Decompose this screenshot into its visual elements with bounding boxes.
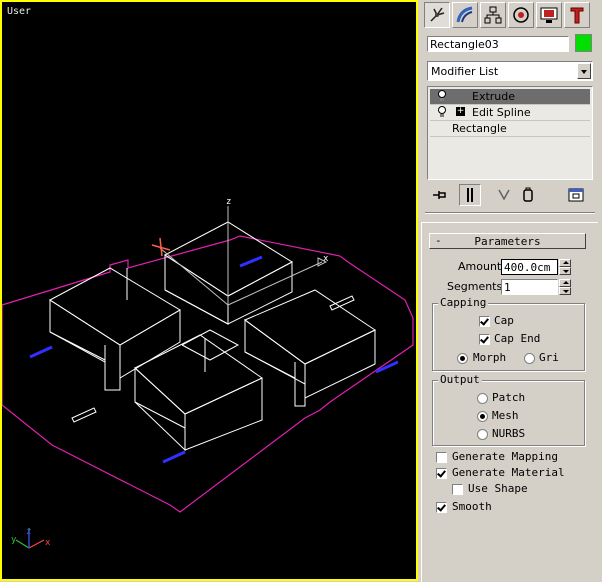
modifier-stack[interactable]: Extrude + Edit Spline Rectangle: [427, 86, 593, 180]
use-shape-label[interactable]: Use Shape: [468, 482, 528, 495]
grid-label[interactable]: Grid: [539, 351, 559, 364]
mesh-label[interactable]: Mesh: [492, 409, 519, 422]
configure-sets-icon: [568, 188, 584, 202]
spinner-down-icon[interactable]: [559, 287, 571, 295]
generate-mapping-checkbox[interactable]: [436, 452, 447, 463]
make-unique-button[interactable]: [493, 184, 515, 206]
object-name-field[interactable]: Rectangle03: [427, 36, 569, 52]
show-end-result-button[interactable]: [459, 184, 481, 206]
cap-start-label[interactable]: Cap: [494, 314, 514, 327]
remove-modifier-button[interactable]: [517, 184, 539, 206]
capping-group: Capping Cap Cap End Morph Grid: [432, 296, 585, 371]
motion-icon: [513, 7, 529, 23]
active-viewport-border: [0, 0, 418, 581]
cap-end-checkbox[interactable]: [479, 334, 490, 345]
modify-icon: [456, 6, 473, 23]
viewport-label[interactable]: User: [7, 6, 31, 17]
expand-icon[interactable]: +: [456, 107, 465, 116]
nurbs-radio[interactable]: [477, 429, 488, 440]
grid-radio[interactable]: [524, 353, 535, 364]
modifier-list-dropdown[interactable]: Modifier List: [427, 61, 593, 81]
hierarchy-icon: [484, 6, 502, 24]
tab-display[interactable]: [536, 2, 562, 28]
tab-hierarchy[interactable]: [480, 2, 506, 28]
use-shape-checkbox[interactable]: [452, 484, 463, 495]
smooth-checkbox[interactable]: [436, 502, 447, 513]
pin-stack-button[interactable]: [429, 184, 451, 206]
spinner-up-icon[interactable]: [559, 259, 571, 267]
command-panel: Rectangle03 Modifier List Extrude + Edit…: [418, 0, 602, 582]
chevron-down-icon[interactable]: [577, 63, 591, 79]
create-icon: [430, 7, 445, 22]
output-title: Output: [438, 373, 482, 386]
configure-modifier-sets-button[interactable]: [565, 184, 587, 206]
smooth-label[interactable]: Smooth: [452, 500, 492, 513]
tab-utilities[interactable]: [564, 2, 590, 28]
output-group: Output Patch Mesh NURBS: [432, 373, 585, 446]
amount-input[interactable]: 400.0cm: [501, 259, 558, 275]
nurbs-label[interactable]: NURBS: [492, 427, 525, 440]
utilities-icon: [570, 7, 584, 24]
display-icon: [540, 7, 558, 23]
rollout-title: Parameters: [474, 235, 541, 248]
amount-label: Amount:: [458, 260, 505, 273]
lightbulb-icon[interactable]: [437, 90, 447, 102]
remove-modifier-icon: [523, 187, 533, 202]
generate-material-checkbox[interactable]: [436, 468, 447, 479]
morph-radio[interactable]: [457, 353, 468, 364]
segments-spinner[interactable]: [559, 279, 571, 295]
patch-label[interactable]: Patch: [492, 391, 525, 404]
morph-label[interactable]: Morph: [473, 351, 509, 364]
generate-mapping-label[interactable]: Generate Mapping: [452, 450, 558, 463]
generate-material-label[interactable]: Generate Material: [452, 466, 565, 479]
tab-create[interactable]: [424, 2, 450, 28]
patch-radio[interactable]: [477, 393, 488, 404]
modifier-list-label: Modifier List: [431, 65, 499, 78]
cap-start-checkbox[interactable]: [479, 316, 490, 327]
lightbulb-icon[interactable]: [437, 106, 447, 118]
make-unique-icon: [498, 189, 510, 201]
stack-item-label: Rectangle: [452, 122, 507, 135]
segments-input[interactable]: 1: [501, 279, 558, 295]
stack-item-rectangle[interactable]: Rectangle: [430, 121, 590, 136]
pin-stack-icon: [433, 191, 446, 199]
perspective-viewport[interactable]: z x z x y User: [0, 0, 418, 581]
stack-item-label: Extrude: [472, 90, 516, 103]
tab-motion[interactable]: [508, 2, 534, 28]
capping-title: Capping: [438, 296, 489, 309]
tab-modify[interactable]: [452, 2, 478, 28]
amount-spinner[interactable]: [559, 259, 571, 275]
cap-end-label[interactable]: Cap End: [494, 332, 540, 345]
mesh-radio[interactable]: [477, 411, 488, 422]
parameters-rollout-header[interactable]: - Parameters: [429, 233, 586, 249]
divider: [425, 212, 595, 214]
stack-item-label: Edit Spline: [472, 106, 531, 119]
amount-value: 400.0cm: [504, 261, 551, 274]
segments-label: Segments:: [447, 280, 506, 293]
show-end-result-icon: [467, 188, 473, 202]
stack-item-extrude[interactable]: Extrude: [430, 89, 590, 104]
stack-item-edit-spline[interactable]: + Edit Spline: [430, 105, 590, 120]
stack-toolbar: [427, 184, 593, 206]
spinner-down-icon[interactable]: [559, 267, 571, 275]
spinner-up-icon[interactable]: [559, 279, 571, 287]
object-color-swatch[interactable]: [575, 34, 592, 52]
segments-value: 1: [504, 281, 511, 294]
